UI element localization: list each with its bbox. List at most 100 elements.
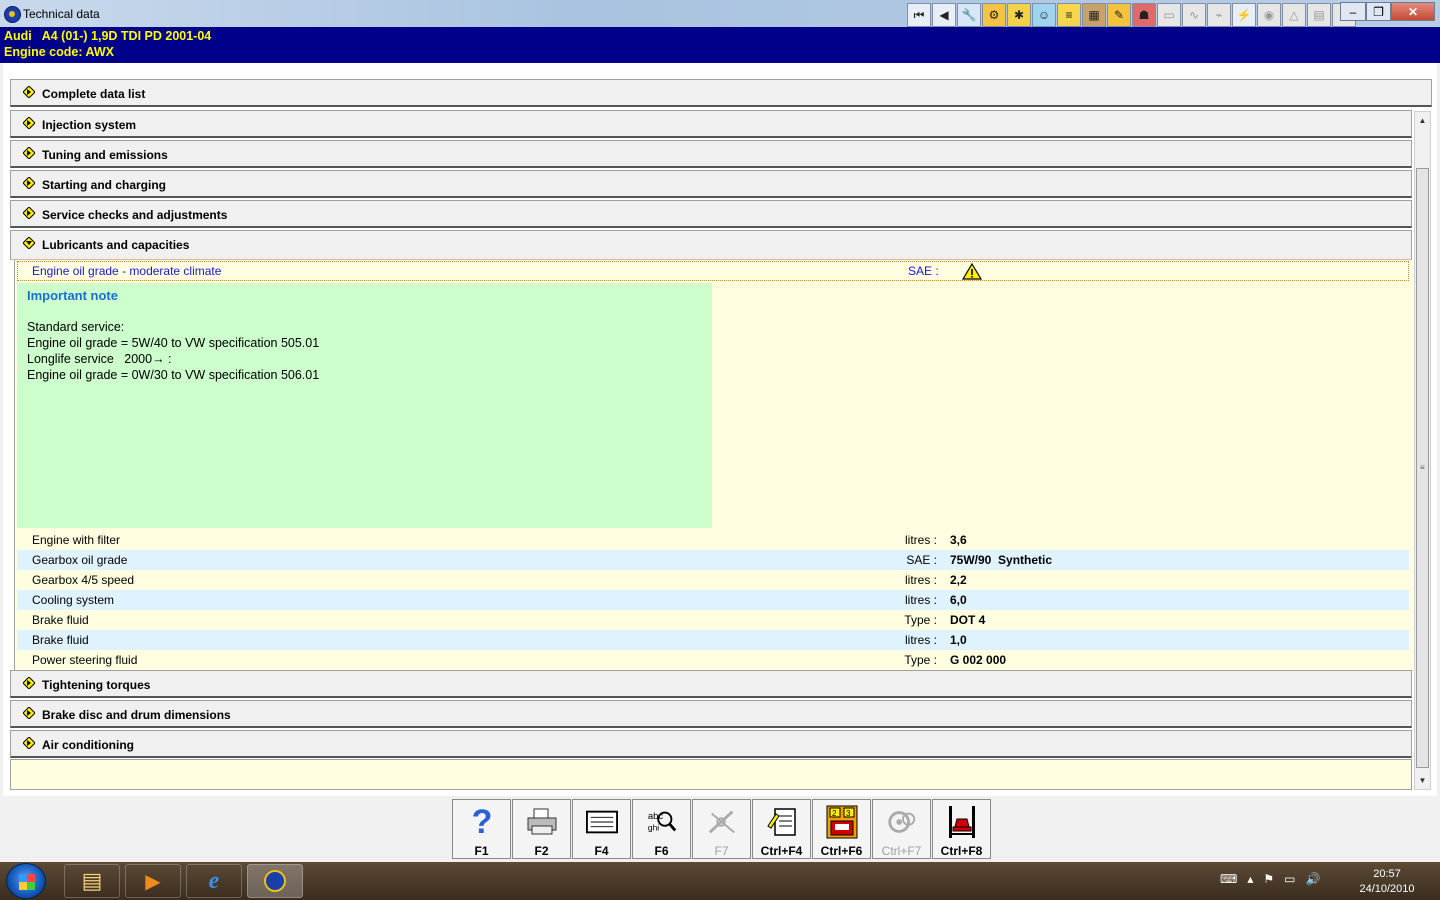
taskbar-media-player[interactable]: ▶ [125,864,181,898]
clock[interactable]: 20:57 24/10/2010 [1354,867,1420,897]
row-label: Power steering fluid [32,653,138,667]
close-button[interactable]: ✕ [1391,2,1435,21]
note-title: Important note [27,288,118,303]
tools-icon [706,805,738,839]
ctrl-f8-lift-button[interactable]: Ctrl+F8 [932,799,991,859]
expand-arrow-icon [23,707,35,719]
row-label: Engine with filter [32,533,121,547]
section-tuning-emissions[interactable]: Tuning and emissions [10,140,1412,168]
svg-text:2: 2 [832,809,837,818]
lift-tool-icon[interactable]: ▦ [1082,3,1106,27]
row-unit: litres : [904,533,937,547]
engine-icon[interactable]: ⚙ [982,3,1006,27]
parts-list-icon[interactable]: ▤ [1307,3,1331,27]
volume-icon[interactable]: 🔊 [1306,872,1321,886]
row-unit: litres : [904,573,937,587]
keyboard-icon[interactable]: ⌨ [1220,872,1237,886]
section-injection-system[interactable]: Injection system [10,110,1412,138]
data-row: Engine with filter litres : 3,6 [17,530,1409,550]
collapse-arrow-icon [23,237,35,249]
maximize-button[interactable]: ❐ [1366,2,1391,21]
first-page-icon[interactable]: ⏮ [907,3,931,27]
warning-icon[interactable] [962,263,982,280]
row-label: Gearbox oil grade [32,553,128,567]
sensor-icon[interactable]: ◉ [1257,3,1281,27]
people-icon[interactable]: ☺ [1032,3,1056,27]
row-label: Gearbox 4/5 speed [32,573,135,587]
fkey-label: F6 [654,844,669,858]
gears-icon [886,805,918,839]
taskbar-technical-data[interactable] [247,864,303,898]
expand-arrow-icon [23,207,35,219]
fault-code-icon[interactable]: ☗ [1132,3,1156,27]
taskbar-explorer[interactable]: ▤ [64,864,120,898]
start-button[interactable] [6,863,46,899]
section-complete-data-list[interactable]: Complete data list [10,79,1432,107]
timing-icon[interactable]: ∿ [1182,3,1206,27]
row-value: 3,6 [950,533,967,547]
taskbar: ▤ ▶ e ⌨ ▴ ⚑ ▭ 🔊 20:57 24/10/2010 [0,862,1440,900]
f4-document-button[interactable]: F4 [572,799,631,859]
section-label: Complete data list [42,87,146,101]
clock-date: 24/10/2010 [1359,883,1415,895]
show-hidden-icons-icon[interactable]: ▴ [1247,872,1253,886]
section-air-conditioning[interactable]: Air conditioning [10,730,1412,758]
data-row: Gearbox 4/5 speed litres : 2,2 [17,570,1409,590]
f1-help-button[interactable]: ? F1 [452,799,511,859]
fkey-label: Ctrl+F8 [940,844,983,858]
expand-arrow-icon [23,117,35,129]
expand-arrow-icon [23,737,35,749]
lift-icon [946,805,978,839]
section-tightening-torques[interactable]: Tightening torques [10,670,1412,698]
row-label: Brake fluid [32,613,89,627]
minimize-button[interactable]: – [1340,2,1366,21]
warning-light-icon[interactable]: △ [1282,3,1306,27]
svg-text:3: 3 [846,809,851,818]
ctrl-f7-gears-button[interactable]: Ctrl+F7 [872,799,931,859]
vertical-scrollbar[interactable]: ▲ ≡ ▼ [1414,111,1431,790]
oil-grade-row[interactable]: Engine oil grade - moderate climate SAE … [17,261,1409,281]
ctrl-f4-notes-button[interactable]: Ctrl+F4 [752,799,811,859]
app-taskbar-icon [264,870,286,892]
network-icon[interactable]: ▭ [1284,872,1295,886]
app-logo-icon [4,6,21,23]
adjustment-icon[interactable]: ≡ [1057,3,1081,27]
section-lubricants-capacities[interactable]: Lubricants and capacities [10,230,1412,260]
taskbar-internet-explorer[interactable]: e [186,864,242,898]
vehicle-model: Audi A4 (01-) 1,9D TDI PD 2001-04 [4,29,212,43]
title-bar: Technical data ⏮ ◀ 🔧 ⚙ ✱ ☺ ≡ ▦ ✎ ☗ ▭ ∿ ⌁… [0,0,1440,27]
engine-code: Engine code: AWX [4,45,114,59]
row-unit: Type : [904,653,937,667]
oil-grade-unit: SAE : [908,264,939,278]
oil-can-icon[interactable]: ✎ [1107,3,1131,27]
scroll-up-icon[interactable]: ▲ [1415,112,1430,129]
car-service-icon[interactable]: 🔧 [957,3,981,27]
windows-logo-icon [19,874,35,890]
section-brake-disc-drum[interactable]: Brake disc and drum dimensions [10,700,1412,728]
back-icon[interactable]: ◀ [932,3,956,27]
f7-tools-button[interactable]: F7 [692,799,751,859]
row-value: 2,2 [950,573,967,587]
section-service-checks[interactable]: Service checks and adjustments [10,200,1412,228]
body-icon[interactable]: ▭ [1157,3,1181,27]
scroll-thumb[interactable]: ≡ [1416,168,1429,768]
row-label: Brake fluid [32,633,89,647]
action-center-flag-icon[interactable]: ⚑ [1263,872,1274,886]
f6-search-button[interactable]: abc ghi F6 [632,799,691,859]
help-icon: ? [471,802,493,841]
section-label: Lubricants and capacities [42,238,190,252]
row-unit: SAE : [906,553,937,567]
wiring-icon[interactable]: ⚡ [1232,3,1256,27]
row-value: 1,0 [950,633,967,647]
note-line: Engine oil grade = 5W/40 to VW specifica… [27,336,320,350]
data-row: Gearbox oil grade SAE : 75W/90 Synthetic [17,550,1409,570]
ctrl-f6-vehicle-button[interactable]: 23 Ctrl+F6 [812,799,871,859]
scroll-down-icon[interactable]: ▼ [1415,772,1430,789]
system-tray: ⌨ ▴ ⚑ ▭ 🔊 [1220,872,1320,886]
svg-text:ghi: ghi [648,822,659,832]
f2-print-button[interactable]: F2 [512,799,571,859]
section-starting-charging[interactable]: Starting and charging [10,170,1412,198]
parts-icon[interactable]: ✱ [1007,3,1031,27]
electric-icon[interactable]: ⌁ [1207,3,1231,27]
important-note-box: Important note Standard service: Engine … [17,283,712,528]
